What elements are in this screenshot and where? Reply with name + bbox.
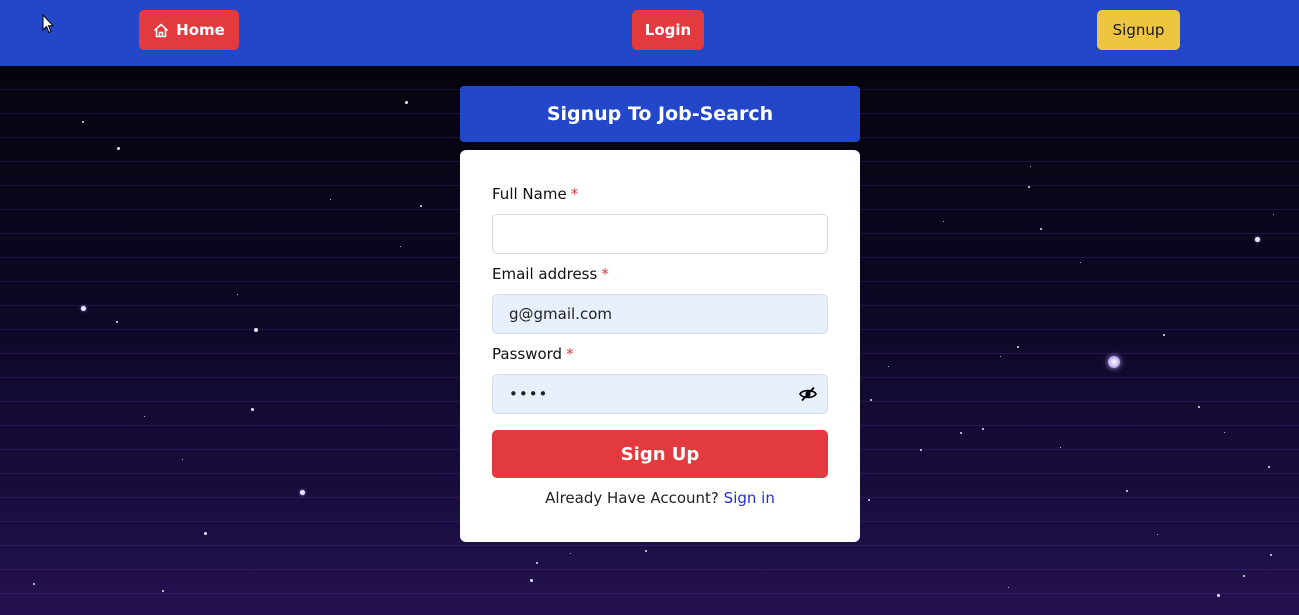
star xyxy=(1028,186,1030,188)
star xyxy=(1060,447,1061,448)
full-name-label: Full Name * xyxy=(492,185,578,203)
star xyxy=(1217,594,1220,597)
mouse-cursor-icon xyxy=(42,14,54,34)
email-value: g@gmail.com xyxy=(509,305,612,323)
star xyxy=(204,532,207,535)
star xyxy=(1224,432,1225,433)
star xyxy=(1255,237,1260,242)
star xyxy=(1243,575,1245,577)
required-mark: * xyxy=(570,185,579,203)
star xyxy=(1268,466,1270,468)
star xyxy=(1163,334,1165,336)
login-button-label: Login xyxy=(644,21,692,39)
star xyxy=(1080,262,1081,263)
star xyxy=(645,550,647,552)
sign-up-button[interactable]: Sign Up xyxy=(492,430,828,478)
star xyxy=(420,205,422,207)
form-title: Signup To Job-Search xyxy=(546,103,774,125)
star xyxy=(1017,346,1019,348)
top-navbar: Home Login Signup xyxy=(0,0,1299,66)
star xyxy=(162,590,164,592)
sign-in-link[interactable]: Sign in xyxy=(724,489,775,507)
star xyxy=(1157,534,1158,535)
star xyxy=(116,321,118,323)
email-label: Email address * xyxy=(492,265,609,283)
star xyxy=(1030,166,1031,167)
required-mark: * xyxy=(566,345,574,363)
star xyxy=(888,366,889,367)
signup-nav-button-label: Signup xyxy=(1112,21,1165,39)
signup-form-header: Signup To Job-Search xyxy=(460,86,860,142)
full-name-input[interactable] xyxy=(492,214,828,254)
star xyxy=(920,449,922,451)
signup-form: Full Name * Email address * g@gmail.com Pa… xyxy=(460,150,860,542)
star xyxy=(82,121,84,123)
star xyxy=(1000,356,1001,357)
star xyxy=(1108,356,1120,368)
star xyxy=(1270,554,1272,556)
star xyxy=(330,199,331,200)
eye-slash-icon[interactable] xyxy=(799,386,817,402)
star xyxy=(1008,587,1009,588)
password-value: •••• xyxy=(509,385,549,403)
full-name-label-text: Full Name xyxy=(492,185,567,203)
home-button[interactable]: Home xyxy=(139,10,239,50)
required-mark: * xyxy=(601,265,609,283)
star xyxy=(33,583,35,585)
signin-prompt: Already Have Account? Sign in xyxy=(460,489,860,507)
star xyxy=(1198,406,1200,408)
email-label-text: Email address xyxy=(492,265,598,283)
star xyxy=(254,328,258,332)
star xyxy=(400,246,401,247)
star xyxy=(182,459,183,460)
star xyxy=(300,490,305,495)
star xyxy=(1040,228,1042,230)
star xyxy=(570,553,571,554)
login-button[interactable]: Login xyxy=(632,10,704,50)
star xyxy=(405,101,408,104)
password-label: Password * xyxy=(492,345,574,363)
signin-prompt-text: Already Have Account? xyxy=(545,489,719,507)
star xyxy=(868,499,870,501)
star xyxy=(1126,490,1128,492)
star xyxy=(943,221,944,222)
home-button-label: Home xyxy=(176,21,225,39)
star xyxy=(251,408,254,411)
password-input[interactable]: •••• xyxy=(492,374,828,414)
star xyxy=(530,579,533,582)
star xyxy=(536,562,538,564)
sign-up-button-label: Sign Up xyxy=(620,443,700,465)
star xyxy=(144,416,145,417)
signup-nav-button[interactable]: Signup xyxy=(1097,10,1180,50)
password-label-text: Password xyxy=(492,345,563,363)
star xyxy=(117,147,120,150)
star xyxy=(870,399,872,401)
star xyxy=(1273,214,1274,215)
star xyxy=(960,432,962,434)
star xyxy=(982,428,984,430)
star xyxy=(81,306,86,311)
home-icon xyxy=(154,23,169,37)
email-input[interactable]: g@gmail.com xyxy=(492,294,828,334)
star xyxy=(237,294,238,295)
